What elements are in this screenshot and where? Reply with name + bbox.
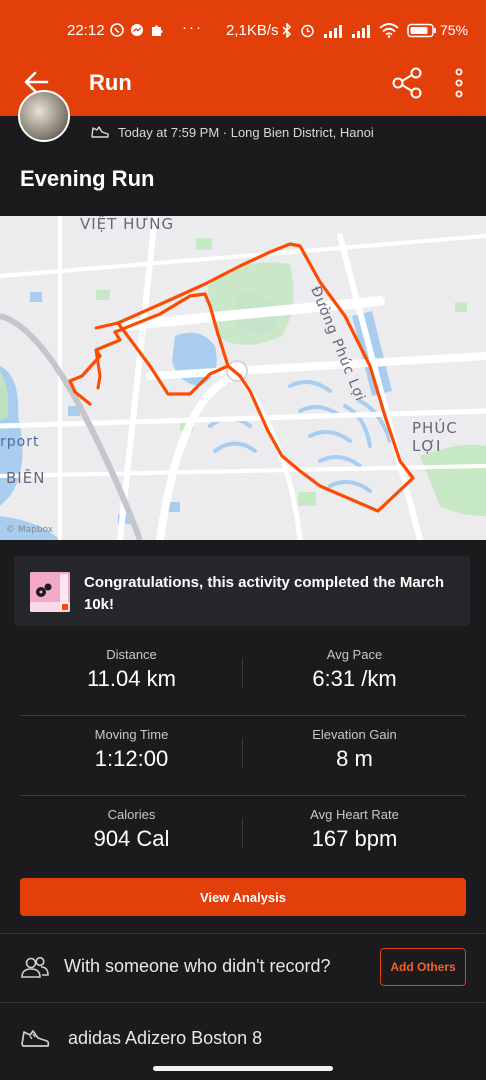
stat-label: Calories <box>107 807 156 822</box>
stat-label: Avg Pace <box>326 647 383 662</box>
signal-icon <box>324 24 342 38</box>
map-attribution: © Mapbox <box>6 525 54 535</box>
home-indicator[interactable] <box>153 1066 333 1071</box>
stats-grid: Distance 11.04 km Avg Pace 6:31 /km Movi… <box>20 636 466 876</box>
avatar[interactable] <box>18 90 70 142</box>
stat-value: 8 m <box>336 746 373 771</box>
more-notifications: ··· <box>182 19 203 36</box>
view-analysis-button[interactable]: View Analysis <box>20 878 466 916</box>
signal-2-icon <box>352 24 370 38</box>
more-options-icon[interactable] <box>448 66 470 100</box>
viber-icon <box>110 23 124 37</box>
notification-icons <box>110 23 164 37</box>
gear-row[interactable]: adidas Adizero Boston 8 <box>0 1004 486 1072</box>
gear-name: adidas Adizero Boston 8 <box>68 1028 263 1048</box>
stat-label: Distance <box>106 647 157 662</box>
stat-label: Avg Heart Rate <box>310 807 399 822</box>
add-others-button[interactable]: Add Others <box>380 948 466 986</box>
stat-label: Moving Time <box>94 727 169 742</box>
network-speed: 2,1KB/s <box>226 22 279 39</box>
bluetooth-icon <box>282 23 292 38</box>
stat-avg-pace: Avg Pace 6:31 /km <box>243 636 466 692</box>
stat-value: 1:12:00 <box>94 746 169 771</box>
stat-value: 6:31 /km <box>312 666 397 691</box>
activity-header: Today at 7:59 PM · Long Bien District, H… <box>0 90 486 216</box>
map-canvas <box>0 216 486 540</box>
activity-date-location: Today at 7:59 PM · Long Bien District, H… <box>118 124 374 140</box>
battery-percent: 75% <box>440 22 469 38</box>
map-label-viet-hung: VIỆT HƯNG <box>80 216 175 233</box>
wifi-icon <box>379 23 399 38</box>
page-title: Run <box>89 70 132 95</box>
map-label-airport: rport <box>0 434 40 450</box>
achievement-card[interactable]: Congratulations, this activity completed… <box>14 556 470 626</box>
stat-value: 11.04 km <box>87 666 176 691</box>
map-label-bien: BIÊN <box>6 469 46 487</box>
stat-distance: Distance 11.04 km <box>20 636 243 692</box>
with-someone-row: With someone who didn't record? Add Othe… <box>0 934 486 1002</box>
with-someone-text: With someone who didn't record? <box>64 956 331 976</box>
shoe-icon <box>21 1030 50 1047</box>
app-bar: Run <box>0 46 486 116</box>
share-icon[interactable] <box>390 66 424 100</box>
battery-icon <box>407 23 436 38</box>
status-bar: 22:12 ··· 2,1KB/s 75% <box>0 0 486 46</box>
stats-row: Moving Time 1:12:00 Elevation Gain 8 m <box>20 716 466 796</box>
stat-value: 904 Cal <box>93 826 170 851</box>
messenger-icon <box>131 24 143 36</box>
people-icon <box>21 956 49 978</box>
stat-calories: Calories 904 Cal <box>20 796 243 852</box>
stat-value: 167 bpm <box>311 826 398 851</box>
map-label-phuc-loi: PHÚC LỢI <box>412 419 458 455</box>
achievement-message: Congratulations, this activity completed… <box>84 574 445 613</box>
stat-elevation-gain: Elevation Gain 8 m <box>243 716 466 772</box>
puzzle-icon <box>152 25 163 36</box>
activity-meta: Today at 7:59 PM · Long Bien District, H… <box>90 124 374 140</box>
activity-title: Evening Run <box>20 166 155 191</box>
route-map[interactable]: VIỆT HƯNG Đường Phúc Lợi PHÚC LỢI rport … <box>0 216 486 540</box>
stat-label: Elevation Gain <box>312 727 397 742</box>
alarm-icon <box>301 24 314 38</box>
stat-moving-time: Moving Time 1:12:00 <box>20 716 243 772</box>
stats-row: Calories 904 Cal Avg Heart Rate 167 bpm <box>20 796 466 876</box>
stats-row: Distance 11.04 km Avg Pace 6:31 /km <box>20 636 466 716</box>
march-10k-badge-icon <box>30 572 70 612</box>
stat-avg-heart-rate: Avg Heart Rate 167 bpm <box>243 796 466 852</box>
shoe-icon <box>91 126 109 138</box>
status-time: 22:12 <box>67 22 105 39</box>
system-icons <box>282 23 437 38</box>
divider <box>0 1002 486 1003</box>
